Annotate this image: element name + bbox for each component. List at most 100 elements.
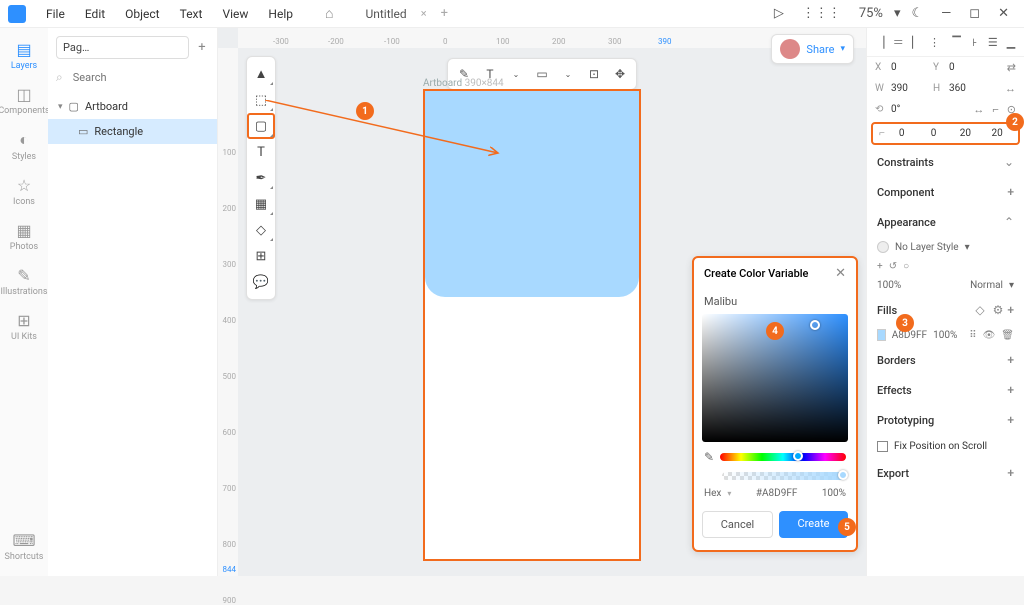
hex-format-caret-icon[interactable]: ▾ bbox=[727, 489, 731, 498]
tool-comment[interactable]: 💬 bbox=[247, 269, 275, 295]
tool-grid[interactable]: ⊞ bbox=[247, 243, 275, 269]
share-button[interactable]: Share ▾ bbox=[771, 34, 854, 64]
fill-hex[interactable]: A8D9FF bbox=[892, 330, 927, 341]
rail-styles[interactable]: ◐Styles bbox=[0, 124, 48, 168]
rail-icons[interactable]: ☆Icons bbox=[0, 170, 48, 213]
align-center-v-icon[interactable]: ꜔ bbox=[968, 34, 982, 50]
document-title[interactable]: Untitled bbox=[357, 7, 414, 21]
fill-type-icon[interactable]: ◇ bbox=[975, 303, 984, 317]
add-style-icon[interactable]: + bbox=[877, 261, 883, 272]
rail-components[interactable]: ◫Components bbox=[0, 79, 48, 122]
rotation-value[interactable]: 0° bbox=[891, 104, 929, 115]
prototyping-section[interactable]: Prototyping+ bbox=[867, 405, 1024, 435]
search-input[interactable] bbox=[69, 67, 217, 88]
radius-tl[interactable]: 0 bbox=[887, 128, 917, 139]
corner-icon[interactable]: ⌐ bbox=[992, 103, 998, 116]
alpha-thumb[interactable] bbox=[838, 470, 848, 480]
layer-style-label[interactable]: No Layer Style bbox=[895, 242, 959, 253]
add-tab-icon[interactable]: + bbox=[441, 6, 448, 21]
fills-section[interactable]: Fills ◇ ⚙ + bbox=[867, 295, 1024, 325]
align-center-h-icon[interactable]: ＝ bbox=[891, 34, 905, 50]
close-popup-icon[interactable]: ✕ bbox=[835, 266, 846, 281]
y-value[interactable]: 0 bbox=[949, 62, 987, 73]
alpha-slider[interactable] bbox=[722, 472, 846, 480]
rail-photos[interactable]: ▦Photos bbox=[0, 215, 48, 258]
play-icon[interactable]: ▷ bbox=[767, 6, 791, 21]
tool-pen[interactable]: ✒ bbox=[247, 165, 275, 191]
artboard-title[interactable]: Artboard 390×844 bbox=[423, 78, 641, 89]
drag-handle-icon[interactable]: ⠿ bbox=[969, 330, 976, 341]
tool-rectangle[interactable]: ▢ bbox=[247, 113, 275, 139]
rectangle-shape[interactable] bbox=[425, 91, 639, 297]
align-right-icon[interactable]: ▏ bbox=[909, 34, 923, 50]
link-wh-icon[interactable]: ↔ bbox=[1005, 82, 1016, 95]
menu-file[interactable]: File bbox=[38, 7, 73, 21]
detach-style-icon[interactable]: ○ bbox=[903, 261, 909, 272]
zoom-caret-icon[interactable]: ▾ bbox=[894, 6, 901, 21]
delete-fill-icon[interactable]: 🗑 bbox=[1001, 330, 1014, 341]
menu-object[interactable]: Object bbox=[117, 7, 167, 21]
close-window-icon[interactable]: ✕ bbox=[991, 6, 1016, 21]
cancel-button[interactable]: Cancel bbox=[702, 511, 773, 538]
rail-layers[interactable]: ▤Layers bbox=[0, 34, 48, 77]
fill-settings-icon[interactable]: ⚙ bbox=[993, 303, 1004, 317]
effects-section[interactable]: Effects+ bbox=[867, 375, 1024, 405]
menu-view[interactable]: View bbox=[214, 7, 256, 21]
blend-mode[interactable]: Normal bbox=[970, 280, 1003, 291]
home-tab-icon[interactable]: ⌂ bbox=[325, 5, 333, 22]
constraints-section[interactable]: Constraints⌄ bbox=[867, 147, 1024, 177]
distribute-icon[interactable]: ☰ bbox=[986, 34, 1000, 50]
page-select[interactable]: Pag… bbox=[56, 36, 189, 59]
menu-text[interactable]: Text bbox=[172, 7, 211, 21]
w-value[interactable]: 390 bbox=[891, 83, 929, 94]
radius-bl[interactable]: 20 bbox=[982, 128, 1012, 139]
component-section[interactable]: Component+ bbox=[867, 177, 1024, 207]
fill-opacity[interactable]: 100% bbox=[933, 330, 957, 341]
opacity-value[interactable]: 100% bbox=[877, 280, 901, 291]
close-tab-icon[interactable]: × bbox=[421, 7, 427, 20]
export-section[interactable]: Export+ bbox=[867, 458, 1024, 488]
theme-toggle-icon[interactable]: ☾ bbox=[904, 6, 930, 21]
menu-help[interactable]: Help bbox=[260, 7, 301, 21]
visibility-icon[interactable]: 👁 bbox=[983, 330, 996, 341]
reset-style-icon[interactable]: ↺ bbox=[889, 261, 897, 272]
flip-h-icon[interactable]: ↔ bbox=[973, 103, 984, 116]
h-value[interactable]: 360 bbox=[949, 83, 987, 94]
appearance-section[interactable]: Appearance⌃ bbox=[867, 207, 1024, 237]
color-cursor[interactable] bbox=[810, 320, 820, 330]
tool-move[interactable]: ▲ bbox=[247, 61, 275, 87]
tool-artboard[interactable]: ⬚ bbox=[247, 87, 275, 113]
hex-value-input[interactable]: #A8D9FF bbox=[737, 488, 815, 499]
x-value[interactable]: 0 bbox=[891, 62, 929, 73]
fill-swatch[interactable] bbox=[877, 329, 886, 341]
tree-rectangle[interactable]: ▭ Rectangle bbox=[48, 119, 217, 144]
align-top-icon[interactable]: ▔ bbox=[950, 34, 964, 50]
rail-illustrations[interactable]: ✎Illustrations bbox=[0, 260, 48, 303]
hex-format-label[interactable]: Hex bbox=[704, 488, 721, 499]
tree-artboard[interactable]: ▾ ▢ Artboard bbox=[48, 94, 217, 119]
align-left-icon[interactable]: ▕ bbox=[873, 34, 887, 50]
tool-component[interactable]: ◇ bbox=[247, 217, 275, 243]
maximize-icon[interactable]: ◻ bbox=[962, 6, 987, 21]
tool-text[interactable]: T bbox=[247, 139, 275, 165]
minimize-icon[interactable]: — bbox=[934, 6, 958, 21]
hue-slider[interactable] bbox=[720, 453, 846, 461]
eyedropper-icon[interactable]: ✎ bbox=[704, 450, 714, 464]
radius-br[interactable]: 20 bbox=[950, 128, 980, 139]
add-page-button[interactable]: + bbox=[195, 40, 209, 55]
add-fill-icon[interactable]: + bbox=[1007, 303, 1014, 317]
swap-xy-icon[interactable]: ⇄ bbox=[1007, 61, 1016, 74]
hue-thumb[interactable] bbox=[793, 451, 803, 461]
menu-edit[interactable]: Edit bbox=[77, 7, 113, 21]
checkbox-icon[interactable] bbox=[877, 441, 888, 452]
rail-ui-kits[interactable]: ⊞UI Kits bbox=[0, 305, 48, 348]
artboard-frame[interactable] bbox=[423, 89, 641, 561]
radius-tr[interactable]: 0 bbox=[919, 128, 949, 139]
borders-section[interactable]: Borders+ bbox=[867, 345, 1024, 375]
align-more-icon[interactable]: ⋮ bbox=[927, 34, 941, 50]
layer-style-caret-icon[interactable]: ▾ bbox=[965, 242, 970, 253]
app-logo-icon[interactable] bbox=[8, 5, 26, 23]
tool-image[interactable]: ▦ bbox=[247, 191, 275, 217]
zoom-value[interactable]: 75% bbox=[852, 6, 890, 21]
caret-icon[interactable]: ▾ bbox=[58, 102, 63, 112]
